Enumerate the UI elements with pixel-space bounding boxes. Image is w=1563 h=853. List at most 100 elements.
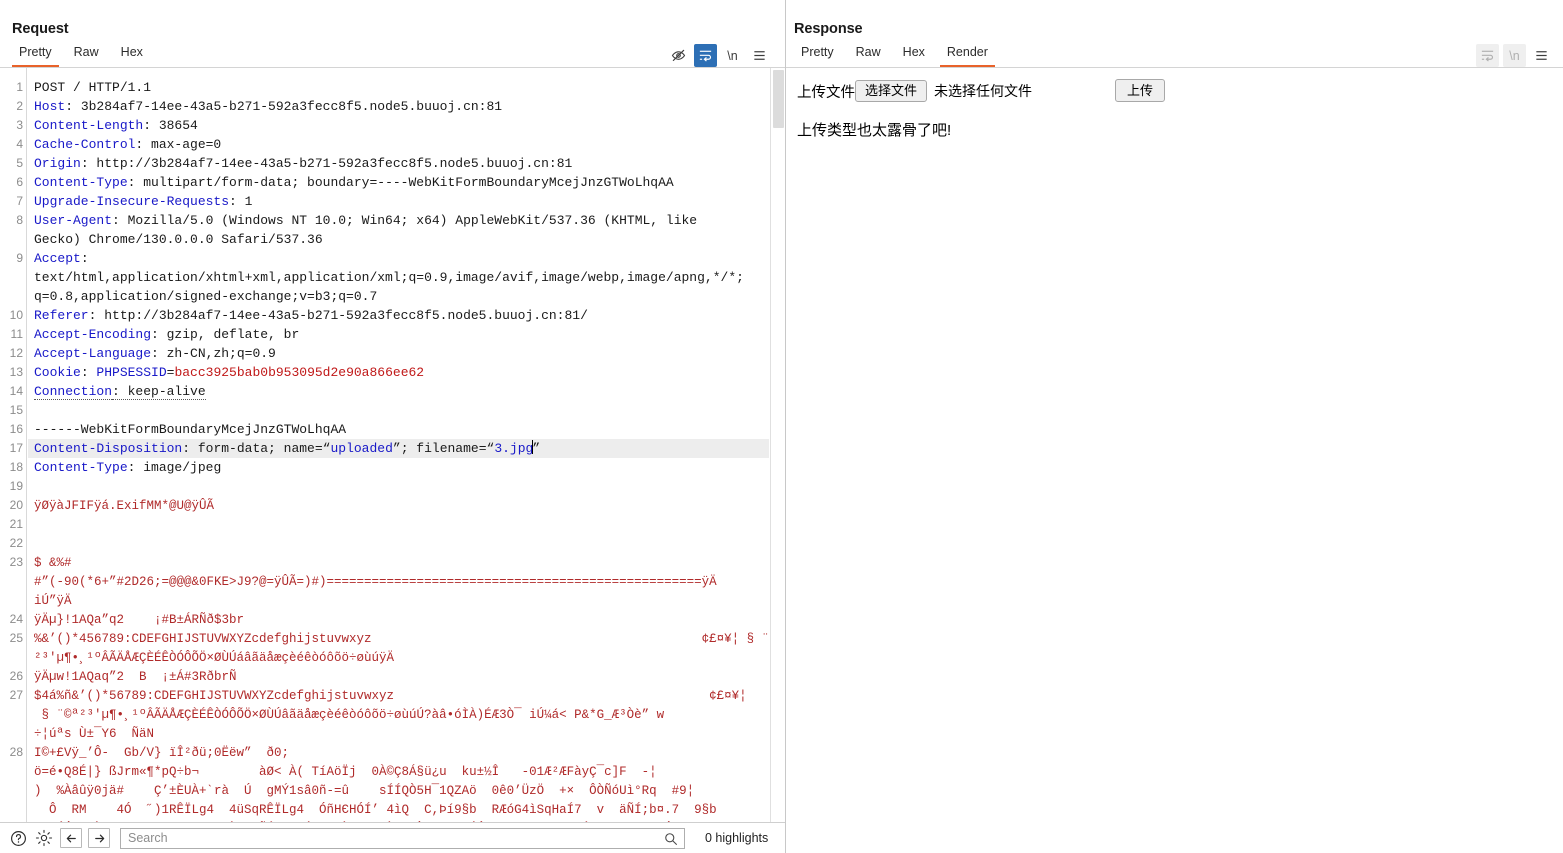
word-wrap-icon[interactable] [694, 44, 717, 67]
code-line[interactable]: Cookie: PHPSESSID=bacc3925bab0b953095d2e… [34, 363, 769, 382]
tab-request-pretty[interactable]: Pretty [8, 44, 63, 67]
menu-icon[interactable] [748, 44, 771, 67]
code-line[interactable]: text/html,application/xhtml+xml,applicat… [34, 268, 769, 287]
menu-icon[interactable] [1530, 44, 1553, 67]
tab-response-pretty[interactable]: Pretty [790, 44, 845, 67]
code-line[interactable]: Content-Type: multipart/form-data; bound… [34, 173, 769, 192]
line-number: 25 [10, 631, 23, 645]
code-segment: : multipart/form-data; boundary=----WebK… [128, 175, 674, 190]
response-scrollbar[interactable] [1550, 68, 1563, 853]
hide-icon[interactable] [667, 44, 690, 67]
request-editor[interactable]: 1234567891011121314151617181920212223242… [0, 68, 785, 822]
code-line[interactable]: ------WebKitFormBoundaryMcejJnzGTWoLhqAA [34, 420, 769, 439]
code-line[interactable]: Gecko) Chrome/130.0.0.0 Safari/537.36 [34, 230, 769, 249]
hamburger-glyph [752, 48, 767, 63]
tab-request-hex[interactable]: Hex [110, 44, 154, 67]
code-segment: I©+£Vÿ_’Ô- Gb/V} ïÎ²ðü;0Ëëw” ð0; [34, 746, 289, 760]
tab-response-hex[interactable]: Hex [892, 44, 936, 67]
response-panel: Response Pretty Raw Hex Render \n [786, 0, 1563, 853]
search-input[interactable] [121, 829, 684, 848]
code-segment: : [81, 365, 97, 380]
code-line[interactable]: ÷¦úªs Ù±¯Y6 ÑäN [34, 724, 769, 744]
code-segment: ÿÄµ}!1AQa”q2 ¡#B±ÁRÑð$3br [34, 613, 244, 627]
code-segment: : gzip, deflate, br [151, 327, 299, 342]
tab-response-render[interactable]: Render [936, 44, 999, 67]
code-line[interactable]: POST / HTTP/1.1 [34, 78, 769, 97]
request-code-area[interactable]: POST / HTTP/1.1Host: 3b284af7-14ee-43a5-… [28, 68, 769, 822]
code-segment: bacc3925bab0b953095d2e90a866ee62 [174, 365, 424, 380]
code-line[interactable]: § ¨©ª²³′µ¶•¸¹ºÂÃÄÅÆÇÈÉÊÒÓÔÕÖ×ØÙÚâãäåæçèé… [34, 705, 769, 725]
request-scrollbar[interactable] [770, 68, 785, 822]
file-status-text: 未选择任何文件 [934, 81, 1032, 101]
code-line[interactable]: q=0.8,application/signed-exchange;v=b3;q… [34, 287, 769, 306]
code-segment: Referer [34, 308, 89, 323]
search-field-wrapper[interactable] [120, 828, 685, 849]
code-line[interactable]: Ô RM 4Ó ˝)1RÊÏLg4 4üSqRÊÏLg4 ÓñHЄHÓÍ’ 4ì… [34, 800, 769, 820]
code-segment: User-Agent [34, 213, 112, 228]
tab-request-raw[interactable]: Raw [63, 44, 110, 67]
wrap-glyph [1480, 48, 1495, 63]
code-line[interactable]: Origin: http://3b284af7-14ee-43a5-b271-5… [34, 154, 769, 173]
code-line[interactable]: Content-Length: 38654 [34, 116, 769, 135]
line-number: 18 [10, 460, 23, 474]
request-toolbar[interactable]: \n [667, 44, 771, 67]
code-line-active[interactable]: Content-Disposition: form-data; name=“up… [28, 439, 769, 458]
search-icon[interactable] [664, 832, 678, 851]
code-line[interactable]: #”(-90(*6+”#2D26;=@@@&0FKE>J9?@=ÿÛÃ=)#)=… [34, 572, 769, 592]
newline-glyph: \n [1509, 49, 1519, 63]
code-line[interactable]: Referer: http://3b284af7-14ee-43a5-b271-… [34, 306, 769, 325]
request-panel: Request Pretty Raw Hex [0, 0, 785, 853]
code-line[interactable]: ÿØÿàJFIFÿá.ExifMM*@U@ÿÛÃ [34, 496, 769, 516]
forward-arrow-icon[interactable] [88, 828, 110, 848]
code-line[interactable]: Accept-Encoding: gzip, deflate, br [34, 325, 769, 344]
code-segment: ÿÄµw!1AQaq”2 B ¡±Á#3RðbrÑ [34, 670, 237, 684]
code-line[interactable]: Accept: [34, 249, 769, 268]
line-number: 20 [10, 498, 23, 512]
code-segment: ”; filename=“ [393, 441, 494, 456]
code-line[interactable]: ) %Àâûÿ0jä# Ç’±ÈUÀ+ˋrà Ú gMÝ1sâ0ñ-=û sÍÍ… [34, 781, 769, 801]
code-segment: : http://3b284af7-14ee-43a5-b271-592a3fe… [81, 156, 572, 171]
choose-file-button[interactable]: 选择文件 [855, 80, 927, 102]
code-segment: ” [532, 441, 540, 456]
code-line[interactable]: %&’()*456789:CDEFGHIJSTUVWXYZcdefghijstu… [34, 629, 769, 649]
code-segment: #”(-90(*6+”#2D26;=@@@&0FKE>J9?@=ÿÛÃ=)#)=… [34, 575, 717, 589]
code-line[interactable]: User-Agent: Mozilla/5.0 (Windows NT 10.0… [34, 211, 769, 230]
help-icon[interactable] [8, 828, 28, 848]
newline-icon[interactable]: \n [721, 44, 744, 67]
code-line[interactable]: Upgrade-Insecure-Requests: 1 [34, 192, 769, 211]
line-number: 15 [10, 403, 23, 417]
tab-response-raw[interactable]: Raw [845, 44, 892, 67]
code-line[interactable]: ÿÄµ}!1AQa”q2 ¡#B±ÁRÑð$3br [34, 610, 769, 630]
code-line[interactable]: Connection: keep-alive [34, 382, 769, 401]
code-line[interactable]: Host: 3b284af7-14ee-43a5-b271-592a3fecc8… [34, 97, 769, 116]
code-segment: Accept-Language [34, 346, 151, 361]
request-scrollbar-thumb[interactable] [773, 70, 784, 128]
wrap-glyph [698, 48, 713, 63]
upload-submit-button[interactable]: 上传 [1115, 79, 1165, 102]
response-tabs[interactable]: Pretty Raw Hex Render [790, 44, 999, 68]
code-segment: : [81, 251, 89, 266]
line-number: 14 [10, 384, 23, 398]
code-line[interactable]: $4á%ñ&’()*56789:CDEFGHIJSTUVWXYZcdefghij… [34, 686, 769, 706]
code-line[interactable]: ö=é•Q8É|} ßJrm«¶*pQ÷b¬ àØ< À( TíAöÏj 0À©… [34, 762, 769, 782]
code-line[interactable]: $ &%# [34, 553, 769, 573]
code-line[interactable]: iÚ”ÿÄ [34, 591, 769, 611]
code-line[interactable]: ²³′µ¶•¸¹ºÂÃÄÅÆÇÈÉÊÒÓÔÕÖ×ØÙÚáâãäåæçèéêòóô… [34, 648, 769, 668]
line-number: 12 [10, 346, 23, 360]
code-segment: text/html,application/xhtml+xml,applicat… [34, 270, 744, 285]
settings-gear-icon[interactable] [34, 828, 54, 848]
code-segment: Connection [34, 384, 112, 400]
response-toolbar[interactable]: \n [1476, 44, 1553, 67]
code-segment: Content-Type [34, 460, 128, 475]
code-segment: : max-age=0 [135, 137, 221, 152]
code-line[interactable]: I©+£Vÿ_’Ô- Gb/V} ïÎ²ðü;0Ëëw” ð0; [34, 743, 769, 763]
code-line[interactable]: Cache-Control: max-age=0 [34, 135, 769, 154]
code-line[interactable]: Accept-Language: zh-CN,zh;q=0.9 [34, 344, 769, 363]
code-line[interactable]: Content-Type: image/jpeg [34, 458, 769, 477]
arrow-right-glyph [93, 832, 106, 845]
gear-glyph [35, 829, 53, 847]
request-tabs[interactable]: Pretty Raw Hex [8, 44, 154, 68]
back-arrow-icon[interactable] [60, 828, 82, 848]
magnifier-glyph [664, 832, 678, 846]
code-line[interactable]: ÿÄµw!1AQaq”2 B ¡±Á#3RðbrÑ [34, 667, 769, 687]
